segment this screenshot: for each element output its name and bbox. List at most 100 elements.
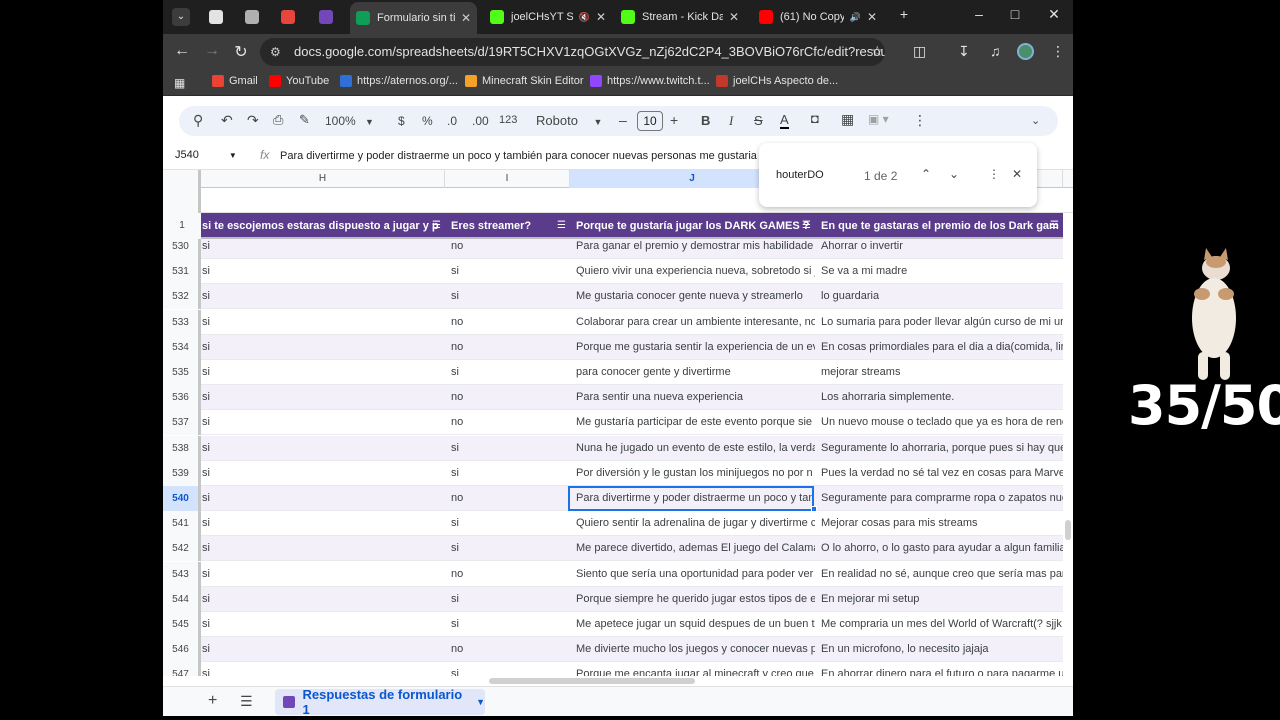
cell-h[interactable]: si (202, 360, 445, 385)
cell-j[interactable]: Me apetece jugar un squid despues de un … (576, 612, 815, 637)
bookmark-item[interactable]: Gmail (212, 75, 258, 87)
cell-i[interactable]: si (451, 461, 570, 486)
row-number[interactable]: 541 (163, 511, 201, 537)
cell-h[interactable]: si (202, 436, 445, 461)
cell-i[interactable]: si (451, 587, 570, 612)
address-bar[interactable]: ⚙ docs.google.com/spreadsheets/d/19RT5CH… (260, 38, 885, 66)
close-tab-icon[interactable]: ✕ (729, 10, 739, 24)
cell-h[interactable]: si (202, 612, 445, 637)
browser-tab[interactable]: Stream - Kick Da ✕ (615, 4, 745, 30)
collapse-toolbar-icon[interactable]: ⌄ (1031, 114, 1040, 127)
cell-k[interactable]: O lo ahorro, o lo gasto para ayudar a al… (821, 536, 1063, 561)
forward-button[interactable]: → (202, 42, 222, 60)
cell-h[interactable]: si (202, 637, 445, 662)
maximize-button[interactable]: □ (1004, 6, 1026, 22)
cell-k[interactable]: Ahorrar o invertir (821, 239, 1063, 259)
name-box[interactable]: J540 ▼ (175, 149, 237, 161)
borders-icon[interactable]: ▦ (841, 111, 854, 128)
bookmark-star-icon[interactable]: ☆ (871, 43, 884, 60)
filter-icon[interactable]: ☰ (557, 213, 566, 239)
bold-button[interactable]: B (701, 113, 710, 128)
cell-h[interactable]: si (202, 239, 445, 259)
browser-tab[interactable] (275, 4, 305, 30)
cell-h[interactable]: si (202, 587, 445, 612)
cell-j[interactable]: Colaborar para crear un ambiente interes… (576, 310, 815, 335)
cell-i[interactable]: no (451, 410, 570, 435)
font-size-increase-button[interactable]: + (670, 112, 678, 128)
profile-avatar[interactable] (1017, 43, 1034, 60)
row-number[interactable]: 540 (163, 486, 201, 511)
row-number[interactable]: 532 (163, 284, 201, 310)
cell-k[interactable]: En cosas primordiales para el dia a dia(… (821, 335, 1063, 360)
cell-h[interactable]: si (202, 486, 445, 511)
row-number[interactable]: 533 (163, 309, 201, 335)
italic-button[interactable]: I (729, 113, 733, 129)
cell-j[interactable]: Para sentir una nueva experiencia (576, 385, 815, 410)
close-tab-icon[interactable]: ✕ (461, 11, 471, 25)
bookmark-item[interactable]: joelCHs Aspecto de... (716, 75, 838, 87)
bookmark-item[interactable]: https://aternos.org/... (340, 75, 458, 87)
close-find-icon[interactable]: ✕ (1012, 167, 1022, 181)
cell-i[interactable]: no (451, 637, 570, 662)
next-result-icon[interactable]: ⌄ (949, 167, 959, 181)
cell-j[interactable]: Quiero vivir una experiencia nueva, sobr… (576, 259, 815, 284)
select-all-corner[interactable] (163, 170, 201, 188)
header-cell-h[interactable]: si te escojemos estaras dispuesto a juga… (196, 213, 445, 239)
add-sheet-button[interactable]: + (208, 692, 217, 710)
font-size-field[interactable]: 10 (637, 111, 663, 131)
find-options-icon[interactable]: ⋮ (988, 167, 1000, 181)
text-color-button[interactable]: A (780, 112, 789, 129)
cell-h[interactable]: si (202, 310, 445, 335)
minimize-button[interactable]: – (968, 6, 990, 22)
cell-j[interactable]: Me divierte mucho los juegos y conocer n… (576, 637, 815, 662)
merge-cells-icon[interactable]: ▣ ▾ (868, 112, 889, 126)
vertical-scrollbar[interactable] (1065, 520, 1071, 540)
header-cell-j[interactable]: Porque te gustaría jugar los DARK GAMES … (570, 213, 815, 239)
font-size-decrease-button[interactable]: – (619, 112, 627, 128)
cell-i[interactable]: si (451, 284, 570, 309)
cell-k[interactable]: En un microfono, lo necesito jajaja (821, 637, 1063, 662)
site-info-icon[interactable]: ⚙ (270, 38, 281, 66)
cell-j[interactable]: Nuna he jugado un evento de este estilo,… (576, 436, 815, 461)
browser-tab[interactable]: joelCHsYT Str 🔇 ✕ (484, 4, 612, 30)
horizontal-scrollbar[interactable] (489, 678, 695, 684)
cell-k[interactable]: Me compraria un mes del World of Warcraf… (821, 612, 1063, 637)
browser-tab[interactable]: Formulario sin títu ✕ (350, 2, 477, 34)
zoom-select[interactable]: 100% ▼ (325, 114, 374, 128)
cell-j[interactable]: Me gustaria conocer gente nueva y stream… (576, 284, 815, 309)
cell-h[interactable]: si (202, 385, 445, 410)
increase-decimal-button[interactable]: .00 (472, 114, 489, 128)
new-tab-button[interactable]: + (893, 6, 915, 22)
filter-icon[interactable]: ☰ (802, 213, 811, 239)
download-icon[interactable]: ↧ (958, 43, 970, 60)
currency-button[interactable]: $ (398, 114, 405, 128)
header-cell-k[interactable]: En que te gastaras el premio de los Dark… (815, 213, 1063, 239)
fill-color-icon[interactable]: ◘ (811, 111, 819, 126)
cell-i[interactable]: si (451, 536, 570, 561)
apps-grid-icon[interactable]: ▦ (174, 76, 185, 90)
previous-result-icon[interactable]: ⌃ (921, 167, 931, 181)
cell-i[interactable]: si (451, 511, 570, 536)
all-sheets-menu-icon[interactable]: ☰ (240, 693, 253, 710)
cell-h[interactable]: si (202, 259, 445, 284)
filter-icon[interactable]: ☰ (1050, 213, 1059, 239)
row-number[interactable]: 542 (163, 536, 201, 562)
cell-j[interactable]: Me gustaría participar de este evento po… (576, 410, 815, 435)
cell-k[interactable]: En ahorrar dinero para el futuro o para … (821, 662, 1063, 676)
font-select[interactable]: Roboto ▼ (536, 113, 602, 128)
cell-k[interactable]: Pues la verdad no sé tal vez en cosas pa… (821, 461, 1063, 486)
close-tab-icon[interactable]: ✕ (596, 10, 606, 24)
close-tab-icon[interactable]: ✕ (867, 10, 877, 24)
column-header-h[interactable]: H (201, 170, 445, 188)
cell-j[interactable]: Quiero sentir la adrenalina de jugar y d… (576, 511, 815, 536)
tab-search-button[interactable]: ⌄ (172, 8, 190, 26)
cell-k[interactable]: Un nuevo mouse o teclado que ya es hora … (821, 410, 1063, 435)
cell-j[interactable]: Para ganar el premio y demostrar mis hab… (576, 239, 815, 259)
bookmark-item[interactable]: Minecraft Skin Editor (465, 75, 583, 87)
cell-j[interactable]: Siento que sería una oportunidad para po… (576, 562, 815, 587)
browser-menu-icon[interactable]: ⋮ (1051, 43, 1065, 60)
formula-input[interactable]: Para divertirme y poder distraerme un po… (280, 150, 757, 162)
cell-h[interactable]: si (202, 562, 445, 587)
cell-k[interactable]: Lo sumaria para poder llevar algún curso… (821, 310, 1063, 335)
undo-icon[interactable]: ↶ (221, 112, 233, 129)
